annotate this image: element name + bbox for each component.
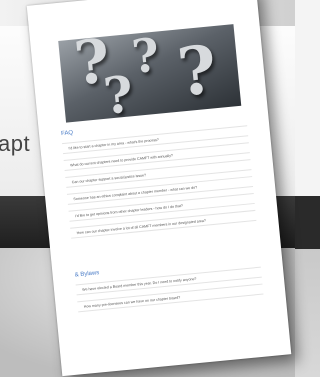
- background-partial-heading: apt: [0, 131, 31, 156]
- faq-section-title: FAQ: [60, 130, 74, 138]
- question-marks-image: ? ? ? ?: [58, 24, 242, 123]
- question-mark-icon: ?: [174, 30, 221, 112]
- question-mark-icon: ?: [100, 64, 136, 123]
- question-mark-icon: ?: [129, 27, 162, 84]
- document-page: ? ? ? ? FAQ I'd like to start a chapter …: [26, 0, 292, 377]
- bylaws-section-title: & Bylaws: [74, 270, 100, 279]
